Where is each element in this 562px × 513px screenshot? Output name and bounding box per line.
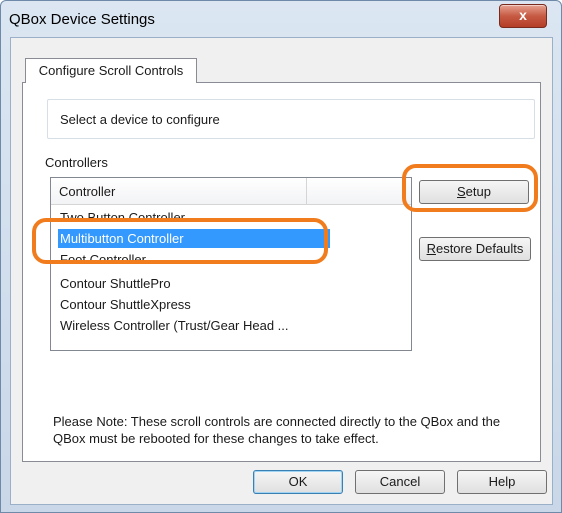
close-icon: x <box>519 7 527 23</box>
controllers-group-label: Controllers <box>45 155 108 170</box>
restore-defaults-button[interactable]: Restore Defaults <box>419 237 531 261</box>
list-item[interactable]: Wireless Controller (Trust/Gear Head ... <box>58 316 289 335</box>
title-bar[interactable]: QBox Device Settings x <box>1 1 561 37</box>
restore-label: estore Defaults <box>435 241 524 256</box>
tab-panel: Select a device to configure Controllers… <box>22 82 541 462</box>
controllers-list[interactable]: Controller Two Button Controller Multibu… <box>50 177 412 351</box>
column-divider[interactable] <box>306 178 307 204</box>
restore-mnemonic: R <box>426 241 436 256</box>
setup-mnemonic: S <box>457 184 466 199</box>
ok-button[interactable]: OK <box>253 470 343 494</box>
column-header-controller[interactable]: Controller <box>59 184 115 199</box>
setup-button[interactable]: Setup <box>419 180 529 204</box>
reboot-note: Please Note: These scroll controls are c… <box>53 414 501 446</box>
dialog-window: QBox Device Settings x Configure Scroll … <box>0 0 562 513</box>
close-button[interactable]: x <box>499 4 547 28</box>
instruction-box: Select a device to configure <box>47 99 535 139</box>
list-item[interactable]: Foot Controller <box>58 250 146 269</box>
window-title: QBox Device Settings <box>9 11 155 28</box>
instruction-text: Select a device to configure <box>60 112 220 127</box>
list-item[interactable]: Contour ShuttleXpress <box>58 295 191 314</box>
list-item[interactable]: Two Button Controller <box>58 208 185 227</box>
setup-label: etup <box>465 184 491 199</box>
cancel-button[interactable]: Cancel <box>355 470 445 494</box>
dialog-client-area: Configure Scroll Controls Select a devic… <box>10 37 553 505</box>
tab-configure-scroll-controls[interactable]: Configure Scroll Controls <box>25 58 197 83</box>
help-button[interactable]: Help <box>457 470 547 494</box>
list-item-selected[interactable]: Multibutton Controller <box>58 229 330 248</box>
list-item[interactable]: Contour ShuttlePro <box>58 274 171 293</box>
list-header[interactable]: Controller <box>51 178 411 205</box>
